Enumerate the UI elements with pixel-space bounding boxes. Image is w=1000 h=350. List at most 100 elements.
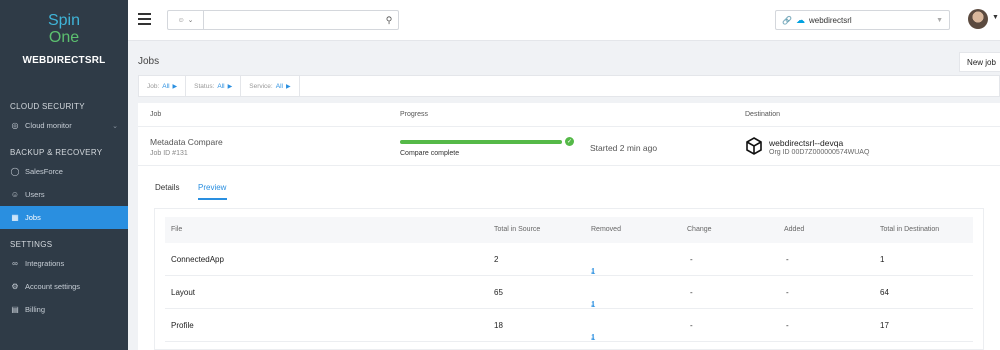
chevron-down-icon: ⌄ [187, 17, 194, 24]
removed-count: 1 [591, 267, 596, 276]
sidebar-item-jobs[interactable]: ▦ Jobs [0, 206, 128, 229]
filter-value: All [162, 82, 170, 90]
shield-icon: ◯ [10, 167, 20, 176]
search-box: ☺ ⌄ ⚲ [167, 10, 399, 30]
removed-count: 1 [591, 333, 596, 342]
sidebar-item-label: Account settings [25, 282, 81, 291]
sidebar-item-label: Billing [25, 305, 46, 314]
destination-name: webdirectsrl--devqa [769, 138, 844, 148]
logo-spin: Spin [47, 12, 81, 29]
header-progress: Progress [400, 111, 429, 118]
cell-change: - [690, 288, 693, 297]
sidebar-item-users[interactable]: ☺ Users [0, 183, 128, 206]
sidebar-item-label: Users [25, 190, 45, 199]
job-name: Metadata Compare [150, 137, 223, 147]
spinone-logo[interactable]: Spin One [0, 12, 128, 46]
cell-file: ConnectedApp [171, 255, 224, 264]
destination-org-id: Org ID 00D7Z000000574WUAQ [769, 149, 870, 156]
job-card: Job Progress Destination Metadata Compar… [138, 103, 1000, 350]
table-row[interactable]: Layout 65 ⤓ 1 - - 64 [165, 276, 973, 309]
progress-status: Compare complete [400, 150, 460, 157]
caret-down-icon[interactable]: ▼ [992, 14, 999, 21]
new-job-button[interactable]: New job [959, 52, 1000, 72]
table-row[interactable]: Profile 18 ⤓ 1 - - 17 [165, 309, 973, 342]
column-total-in-source: Total in Source [494, 226, 541, 233]
link-icon: ∞ [12, 259, 18, 268]
salesforce-cloud-icon: ☁ [795, 14, 805, 25]
check-icon: ✓ [565, 137, 574, 146]
cell-change: - [690, 255, 693, 264]
menu-icon[interactable] [138, 13, 151, 25]
sidebar-item-label: Jobs [25, 213, 41, 222]
search-scope-select[interactable]: ☺ ⌄ [168, 11, 204, 29]
chevron-down-icon: ⌄ [112, 122, 118, 130]
preview-panel: File Total in Source Removed Change Adde… [154, 208, 984, 350]
cell-file: Profile [171, 321, 194, 330]
caret-right-icon: ▶ [285, 83, 291, 90]
cell-added: - [786, 321, 789, 330]
header-job: Job [150, 111, 162, 118]
table-header: File Total in Source Removed Change Adde… [165, 217, 973, 243]
job-id: Job ID #131 [150, 150, 188, 157]
cube-icon [746, 137, 762, 155]
sidebar-item-label: SalesForce [25, 167, 63, 176]
column-total-in-destination: Total in Destination [880, 226, 940, 233]
cell-change: - [690, 321, 693, 330]
column-removed: Removed [591, 226, 621, 233]
removed-count: 1 [591, 300, 596, 309]
cell-added: - [786, 288, 789, 297]
sidebar-item-salesforce[interactable]: ◯ SalesForce [0, 160, 128, 183]
header-destination: Destination [745, 111, 781, 118]
sidebar-item-account-settings[interactable]: ⚙ Account settings [0, 275, 128, 298]
cell-source: 65 [494, 288, 503, 297]
cell-destination: 64 [880, 288, 889, 297]
filter-job[interactable]: Job: All ▶ [139, 76, 187, 96]
org-name: WEBDIRECTSRL [22, 55, 106, 66]
job-row[interactable]: Metadata Compare Job ID #131 ✓ Compare c… [138, 128, 1000, 166]
sidebar-item-cloud-monitor[interactable]: ◎ Cloud monitor ⌄ [0, 114, 128, 137]
cell-destination: 1 [880, 255, 885, 264]
sidebar-item-label: Cloud monitor [25, 121, 72, 130]
column-added: Added [784, 226, 805, 233]
sidebar-item-integrations[interactable]: ∞ Integrations [0, 252, 128, 275]
progress-bar [400, 140, 562, 144]
job-started: Started 2 min ago [590, 143, 658, 153]
top-bar: ☺ ⌄ ⚲ 🔗 ☁ webdirectsrl ▼ ▼ [128, 0, 1000, 41]
active-tab-indicator [198, 198, 227, 200]
tenant-name: webdirectsrl [808, 15, 852, 25]
filter-bar: Job: All ▶ Status: All ▶ Service: All ▶ [138, 75, 1000, 97]
user-icon: ☺ [177, 16, 185, 24]
filter-label: Service: [249, 82, 273, 90]
avatar[interactable] [968, 9, 988, 29]
user-icon: ☺ [10, 190, 20, 199]
chevron-down-icon: ▼ [936, 16, 943, 24]
search-icon[interactable]: ⚲ [380, 15, 398, 26]
page-title: Jobs [138, 56, 160, 67]
cell-source: 2 [494, 255, 499, 264]
filter-status[interactable]: Status: All ▶ [186, 76, 242, 96]
filter-value: All [217, 82, 225, 90]
job-table-header: Job Progress Destination [138, 103, 1000, 127]
tab-bar: Details Preview [138, 167, 1000, 203]
cell-file: Layout [171, 288, 196, 297]
gear-icon: ⚙ [11, 282, 19, 291]
logo-one: One [48, 29, 80, 46]
progress-fill [400, 140, 562, 144]
filter-label: Status: [194, 82, 215, 90]
tab-preview[interactable]: Preview [198, 183, 226, 192]
section-settings: SETTINGS [10, 240, 53, 249]
filter-value: All [275, 82, 283, 90]
search-input[interactable] [204, 11, 380, 29]
jobs-icon: ▦ [11, 213, 19, 222]
tenant-select[interactable]: 🔗 ☁ webdirectsrl ▼ [775, 10, 950, 30]
sidebar: Spin One WEBDIRECTSRL CLOUD SECURITY ◎ C… [0, 0, 128, 350]
cell-added: - [786, 255, 789, 264]
table-row[interactable]: ConnectedApp 2 ⤓ 1 - - 1 [165, 243, 973, 276]
link-icon: 🔗 [782, 15, 792, 25]
cell-source: 18 [494, 321, 503, 330]
column-change: Change [687, 226, 712, 233]
tab-details[interactable]: Details [155, 183, 179, 192]
filter-service[interactable]: Service: All ▶ [241, 76, 300, 96]
sidebar-item-billing[interactable]: ▤ Billing [0, 298, 128, 321]
caret-right-icon: ▶ [172, 83, 178, 90]
